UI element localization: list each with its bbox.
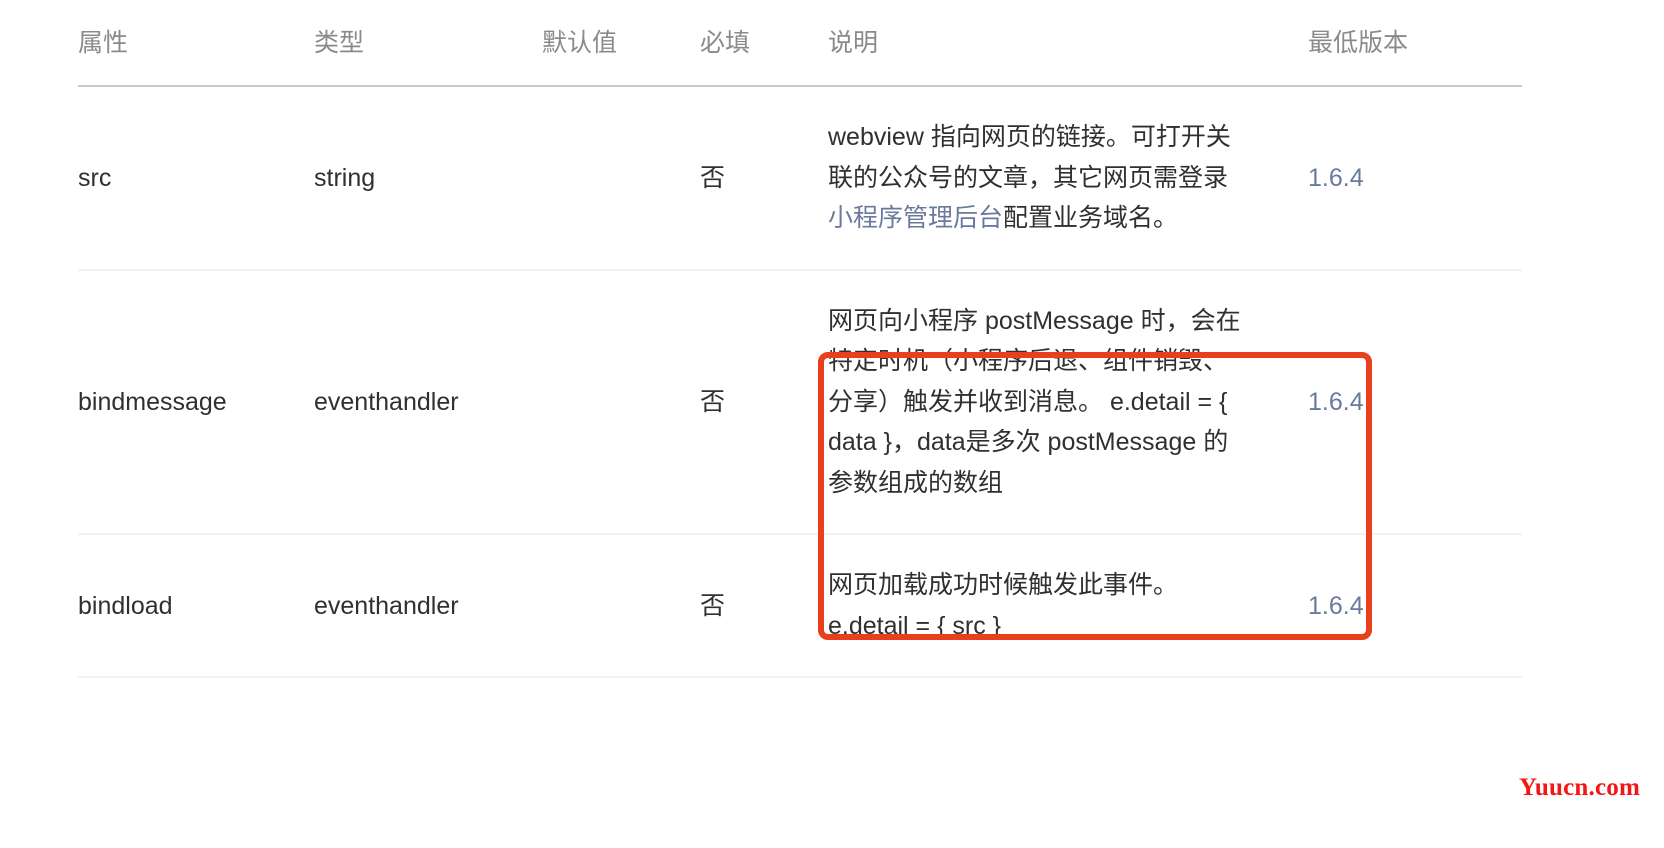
table-header: 属性 类型 默认值 必填 说明 最低版本 bbox=[78, 0, 1522, 88]
cell-min-version: 1.6.4 bbox=[1308, 269, 1522, 536]
cell-required: 否 bbox=[700, 534, 828, 679]
column-header-attribute: 属性 bbox=[78, 0, 314, 88]
cell-description: 网页加载成功时候触发此事件。 e.detail = { src } bbox=[828, 534, 1308, 679]
cell-required: 否 bbox=[700, 269, 828, 536]
cell-min-version: 1.6.4 bbox=[1308, 86, 1522, 271]
cell-type: eventhandler bbox=[314, 269, 542, 536]
watermark: Yuucn.com bbox=[1518, 774, 1640, 801]
table-row: bindload eventhandler 否 网页加载成功时候触发此事件。 e… bbox=[78, 534, 1522, 679]
table-row: bindmessage eventhandler 否 网页向小程序 postMe… bbox=[78, 269, 1522, 536]
component-attributes-table: 属性 类型 默认值 必填 说明 最低版本 src string 否 webvie… bbox=[78, 0, 1522, 679]
column-header-min-version: 最低版本 bbox=[1308, 0, 1522, 88]
cell-type: eventhandler bbox=[314, 534, 542, 679]
version-label: 1.6.4 bbox=[1308, 591, 1364, 620]
column-header-required: 必填 bbox=[700, 0, 828, 88]
cell-attribute: bindmessage bbox=[78, 269, 314, 536]
description-text: 网页向小程序 postMessage 时，会在特定时机（小程序后退、组件销毁、分… bbox=[828, 306, 1241, 497]
column-header-type: 类型 bbox=[314, 0, 542, 88]
column-header-description: 说明 bbox=[828, 0, 1308, 88]
description-text: 网页加载成功时候触发此事件。 e.detail = { src } bbox=[828, 571, 1179, 640]
documentation-page: 属性 类型 默认值 必填 说明 最低版本 src string 否 webvie… bbox=[0, 0, 1664, 848]
version-label: 1.6.4 bbox=[1308, 163, 1364, 192]
mini-program-admin-link[interactable]: 小程序管理后台 bbox=[828, 204, 1003, 232]
cell-description: 网页向小程序 postMessage 时，会在特定时机（小程序后退、组件销毁、分… bbox=[828, 269, 1308, 536]
table-header-row: 属性 类型 默认值 必填 说明 最低版本 bbox=[78, 0, 1522, 88]
column-header-default: 默认值 bbox=[542, 0, 700, 88]
cell-attribute: src bbox=[78, 86, 314, 271]
cell-default bbox=[542, 534, 700, 679]
cell-min-version: 1.6.4 bbox=[1308, 534, 1522, 679]
cell-required: 否 bbox=[700, 86, 828, 271]
description-text: webview 指向网页的链接。可打开关联的公众号的文章，其它网页需登录小程序管… bbox=[828, 117, 1248, 239]
version-label: 1.6.4 bbox=[1308, 387, 1364, 416]
cell-attribute: bindload bbox=[78, 534, 314, 679]
cell-type: string bbox=[314, 86, 542, 271]
description-prefix: webview 指向网页的链接。可打开关联的公众号的文章，其它网页需登录 bbox=[828, 123, 1231, 192]
cell-default bbox=[542, 86, 700, 271]
description-suffix: 配置业务域名。 bbox=[1003, 204, 1179, 233]
cell-description: webview 指向网页的链接。可打开关联的公众号的文章，其它网页需登录小程序管… bbox=[828, 86, 1308, 271]
cell-default bbox=[542, 269, 700, 536]
table-body: src string 否 webview 指向网页的链接。可打开关联的公众号的文… bbox=[78, 86, 1522, 679]
table-row: src string 否 webview 指向网页的链接。可打开关联的公众号的文… bbox=[78, 86, 1522, 271]
